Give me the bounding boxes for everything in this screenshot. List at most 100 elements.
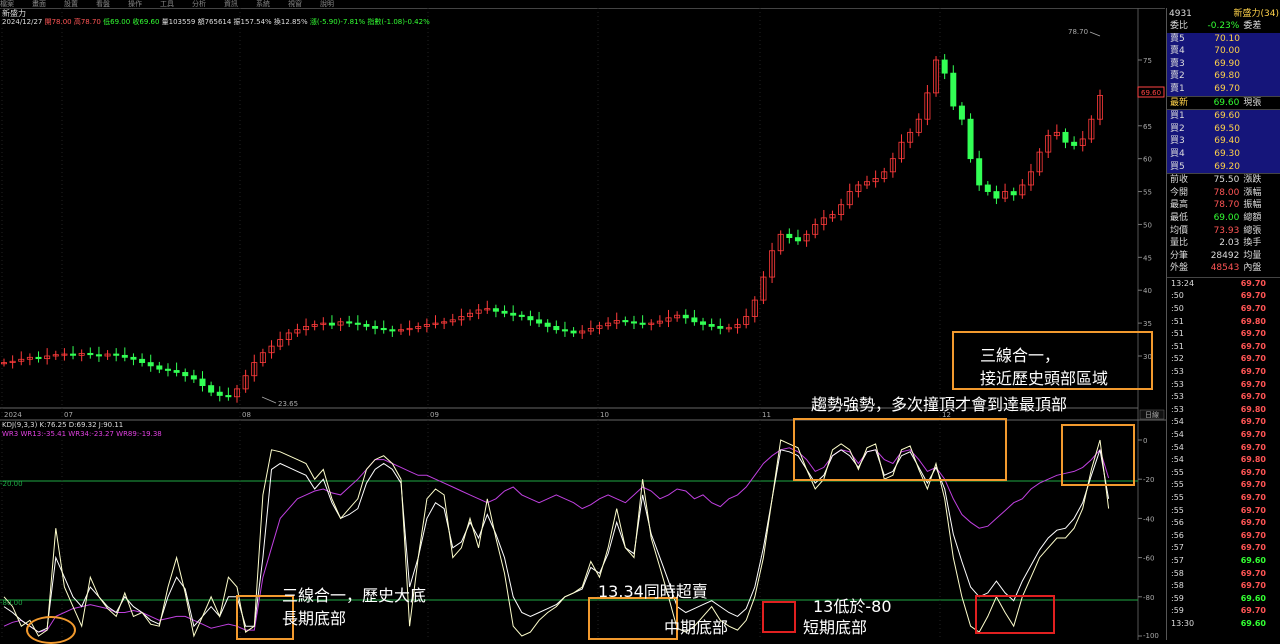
tick-row: :55 69.70	[1167, 467, 1280, 480]
stat-row-5-value: 2.03	[1219, 238, 1240, 249]
ind-axis-label-3: -60	[1143, 555, 1154, 563]
tick-price: 69.70	[1240, 417, 1266, 427]
tick-row: :57 69.60	[1167, 555, 1280, 568]
ask-row-5: 賣5 70.10	[1167, 32, 1280, 46]
tick-row: :56 69.70	[1167, 517, 1280, 530]
stat-row-2-value: 78.70	[1213, 200, 1240, 211]
candle-body	[984, 184, 991, 192]
stat-row-6-value: 28492	[1210, 250, 1240, 261]
candle-body	[976, 158, 983, 186]
ask-row-1: 賣1 69.70	[1167, 82, 1280, 96]
stat-row-3-value: 69.00	[1213, 212, 1240, 223]
candle-body	[182, 372, 189, 377]
candle-body	[156, 365, 163, 370]
candle-body	[501, 310, 508, 314]
ask-row-1-label: 賣1	[1170, 83, 1185, 94]
tick-price: 69.70	[1240, 505, 1266, 515]
candle-body	[173, 370, 180, 373]
ask-row-5-label: 賣5	[1170, 33, 1185, 44]
candle-body	[941, 59, 948, 74]
ask-row-5-value: 70.10	[1214, 33, 1240, 44]
stat-row-2-right: 振幅	[1243, 200, 1262, 211]
candle-body	[570, 330, 577, 334]
tick-time: :51	[1171, 341, 1184, 351]
ind-axis-label-5: -100	[1143, 632, 1159, 640]
candle-body	[139, 358, 146, 363]
tick-price: 69.70	[1240, 492, 1266, 502]
period-tab[interactable]: 日線	[1145, 410, 1159, 419]
price-axis-label-6: 45	[1143, 254, 1152, 262]
tick-row: :55 69.70	[1167, 505, 1280, 518]
tick-time: :54	[1171, 455, 1184, 465]
tick-price: 69.70	[1240, 480, 1266, 490]
mid-bottom-annotation: 中期底部	[664, 618, 729, 637]
tick-row: :53 69.70	[1167, 379, 1280, 392]
ind-axis-label-1: -20	[1143, 476, 1154, 484]
head-area-annotation: 三線合一， 接近歷史頭部區域	[980, 346, 1109, 388]
stock-code: 4931	[1169, 9, 1192, 19]
stat-row-2-label: 最高	[1170, 200, 1189, 211]
bid-row-3-value: 69.40	[1214, 136, 1240, 147]
min-price-label: 23.65	[278, 400, 298, 408]
stat-row-1: 今開 78.00 漲幅	[1167, 187, 1280, 200]
ratio-value: -0.23%	[1207, 21, 1240, 31]
last-value: 69.60	[1213, 97, 1240, 108]
tick-time: :52	[1171, 354, 1184, 364]
candle-body	[700, 321, 707, 325]
ask-row-4-label: 賣4	[1170, 46, 1185, 57]
candle-body	[682, 314, 689, 319]
last-row: 最新 69.60 現張	[1167, 95, 1280, 111]
candle-body	[216, 391, 223, 396]
tick-time: :55	[1171, 480, 1184, 490]
tick-time: :54	[1171, 430, 1184, 439]
ratio-right: 委差	[1243, 21, 1262, 31]
candle-body	[561, 329, 568, 332]
candle-body	[35, 356, 42, 360]
tick-row: 13:30 69.60	[1167, 618, 1280, 631]
tick-row: :51 69.70	[1167, 328, 1280, 341]
long-bottom-annotation: 三線合一，歷史大底 長期底部	[282, 586, 427, 628]
tick-price: 69.70	[1240, 543, 1266, 553]
stat-row-0-right: 漲跌	[1243, 175, 1262, 186]
tick-price: 69.70	[1240, 442, 1266, 452]
stat-row-0: 前收 75.50 漲跌	[1167, 174, 1280, 187]
date-label-2: 08	[242, 411, 251, 419]
ask-row-2-value: 69.80	[1214, 71, 1240, 82]
stat-row-4-right: 總張	[1243, 225, 1262, 236]
tick-row: :51 69.80	[1167, 316, 1280, 329]
tick-time: 13:24	[1171, 278, 1195, 288]
tick-price: 69.60	[1240, 618, 1266, 628]
tick-time: :59	[1171, 593, 1184, 603]
last-label: 最新	[1170, 97, 1189, 108]
candle-body	[225, 395, 232, 398]
candle-body	[510, 312, 517, 316]
ind-axis-label-0: 0	[1143, 437, 1147, 445]
tick-time: :51	[1171, 316, 1184, 326]
tick-row: :53 69.80	[1167, 404, 1280, 417]
ind-label-80: -80.00	[0, 599, 23, 607]
ask-row-4-value: 70.00	[1214, 46, 1240, 57]
candle-body	[708, 324, 715, 327]
tick-price: 69.70	[1240, 278, 1266, 288]
tick-price: 69.70	[1240, 568, 1266, 578]
tick-time: :56	[1171, 530, 1184, 540]
candle-body	[950, 72, 957, 107]
tick-row: :50 69.70	[1167, 290, 1280, 303]
stat-row-7-label: 外盤	[1170, 263, 1189, 274]
recent-bottom-box	[975, 595, 1055, 634]
stat-row-6-right: 均量	[1243, 250, 1262, 261]
candle-body	[527, 316, 534, 321]
candle-body	[1010, 191, 1017, 196]
bid-row-2: 買2 69.50	[1167, 122, 1280, 136]
stock-app: 檔案 畫面 設置 看盤 操作 工具 分析 資訊 系統 視窗 說明 新盛力 2024/12/27 開7…	[0, 0, 1280, 644]
candle-body	[70, 353, 77, 356]
tick-price: 69.80	[1240, 404, 1266, 414]
tick-price: 69.60	[1240, 555, 1266, 565]
stock-name: 新盛力	[1233, 9, 1261, 19]
tick-row: :56 69.70	[1167, 530, 1280, 543]
candle-body	[958, 105, 965, 120]
bid-row-3-label: 買3	[1170, 136, 1185, 147]
bid-row-4: 買4 69.30	[1167, 147, 1280, 161]
main-chart[interactable]: 75706560555045403530 0-20-40-60-80-100 2…	[0, 0, 1166, 640]
tick-price: 69.70	[1240, 530, 1266, 540]
